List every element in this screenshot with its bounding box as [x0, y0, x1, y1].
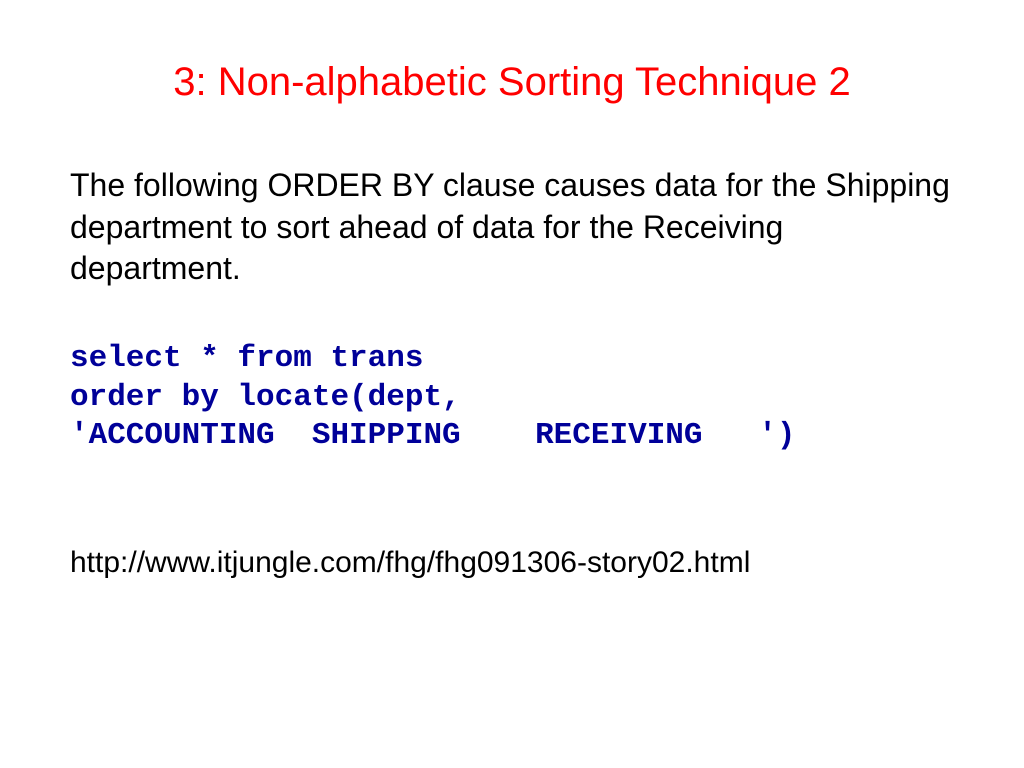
- reference-link: http://www.itjungle.com/fhg/fhg091306-st…: [70, 546, 954, 580]
- sql-code-block: select * from trans order by locate(dept…: [70, 340, 954, 456]
- slide-body-text: The following ORDER BY clause causes dat…: [70, 165, 954, 290]
- slide-title: 3: Non-alphabetic Sorting Technique 2: [70, 60, 954, 105]
